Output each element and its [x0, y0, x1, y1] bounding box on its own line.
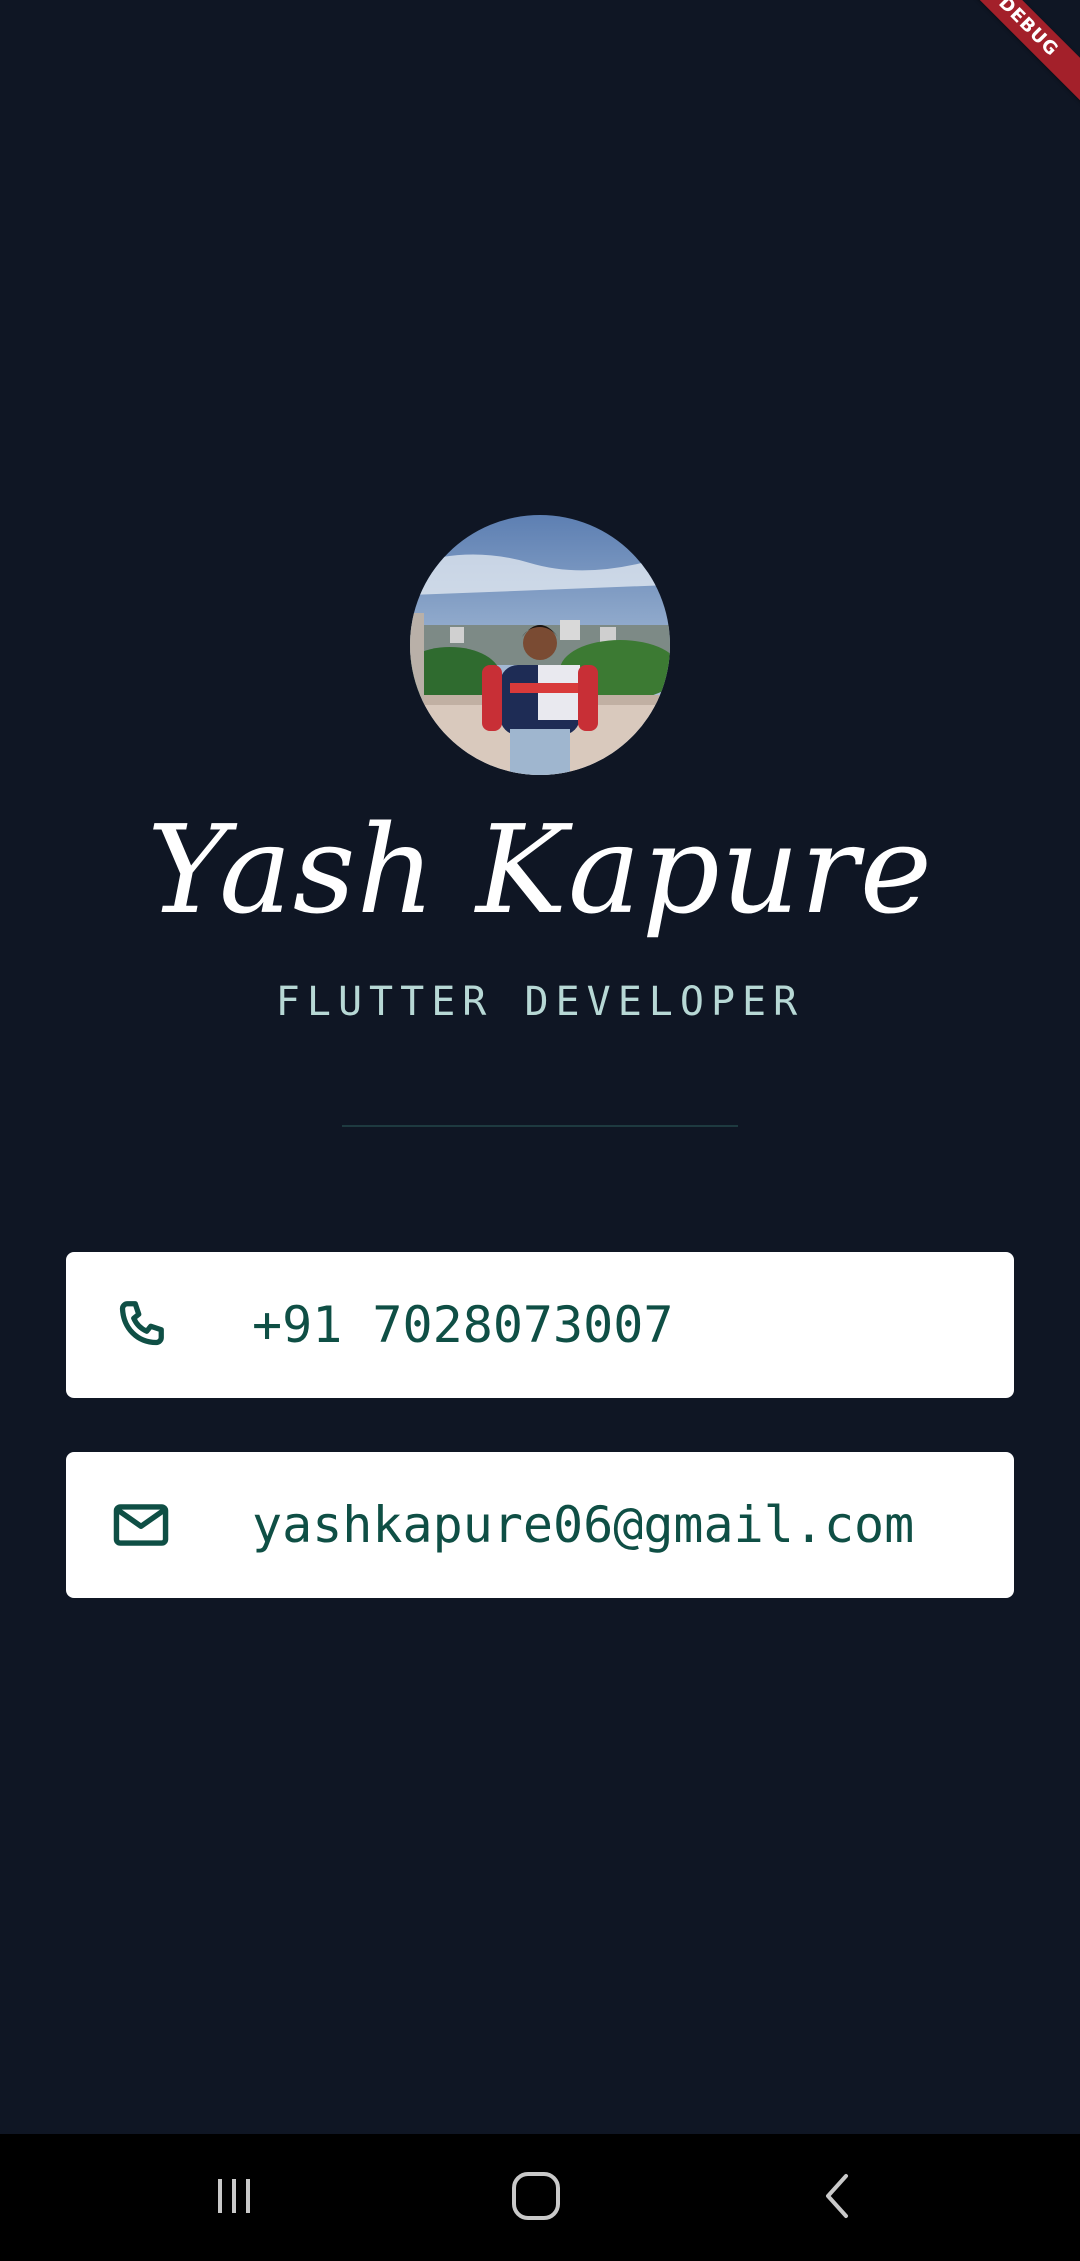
back-icon — [814, 2172, 862, 2224]
phone-card[interactable]: +91 7028073007 — [66, 1252, 1014, 1398]
business-card-screen: DEBUG Yash Kapure FLUTTER DEVELOPER +91 … — [0, 0, 1080, 2134]
home-button[interactable] — [476, 2134, 596, 2261]
debug-banner-label: DEBUG — [960, 0, 1080, 109]
mail-icon — [110, 1494, 172, 1556]
back-button[interactable] — [778, 2134, 898, 2261]
home-icon — [509, 2169, 563, 2227]
system-navigation-bar — [0, 2134, 1080, 2261]
debug-banner: DEBUG — [960, 0, 1080, 120]
profile-name: Yash Kapure — [147, 799, 933, 941]
email-card[interactable]: yashkapure06@gmail.com — [66, 1452, 1014, 1598]
phone-number: +91 7028073007 — [252, 1296, 674, 1354]
email-address: yashkapure06@gmail.com — [252, 1496, 915, 1554]
recent-apps-icon — [210, 2172, 258, 2224]
recent-apps-button[interactable] — [174, 2134, 294, 2261]
divider — [342, 1125, 738, 1127]
profile-title: FLUTTER DEVELOPER — [275, 979, 805, 1025]
avatar — [410, 515, 670, 775]
profile-photo — [410, 515, 670, 775]
phone-icon — [110, 1294, 172, 1356]
